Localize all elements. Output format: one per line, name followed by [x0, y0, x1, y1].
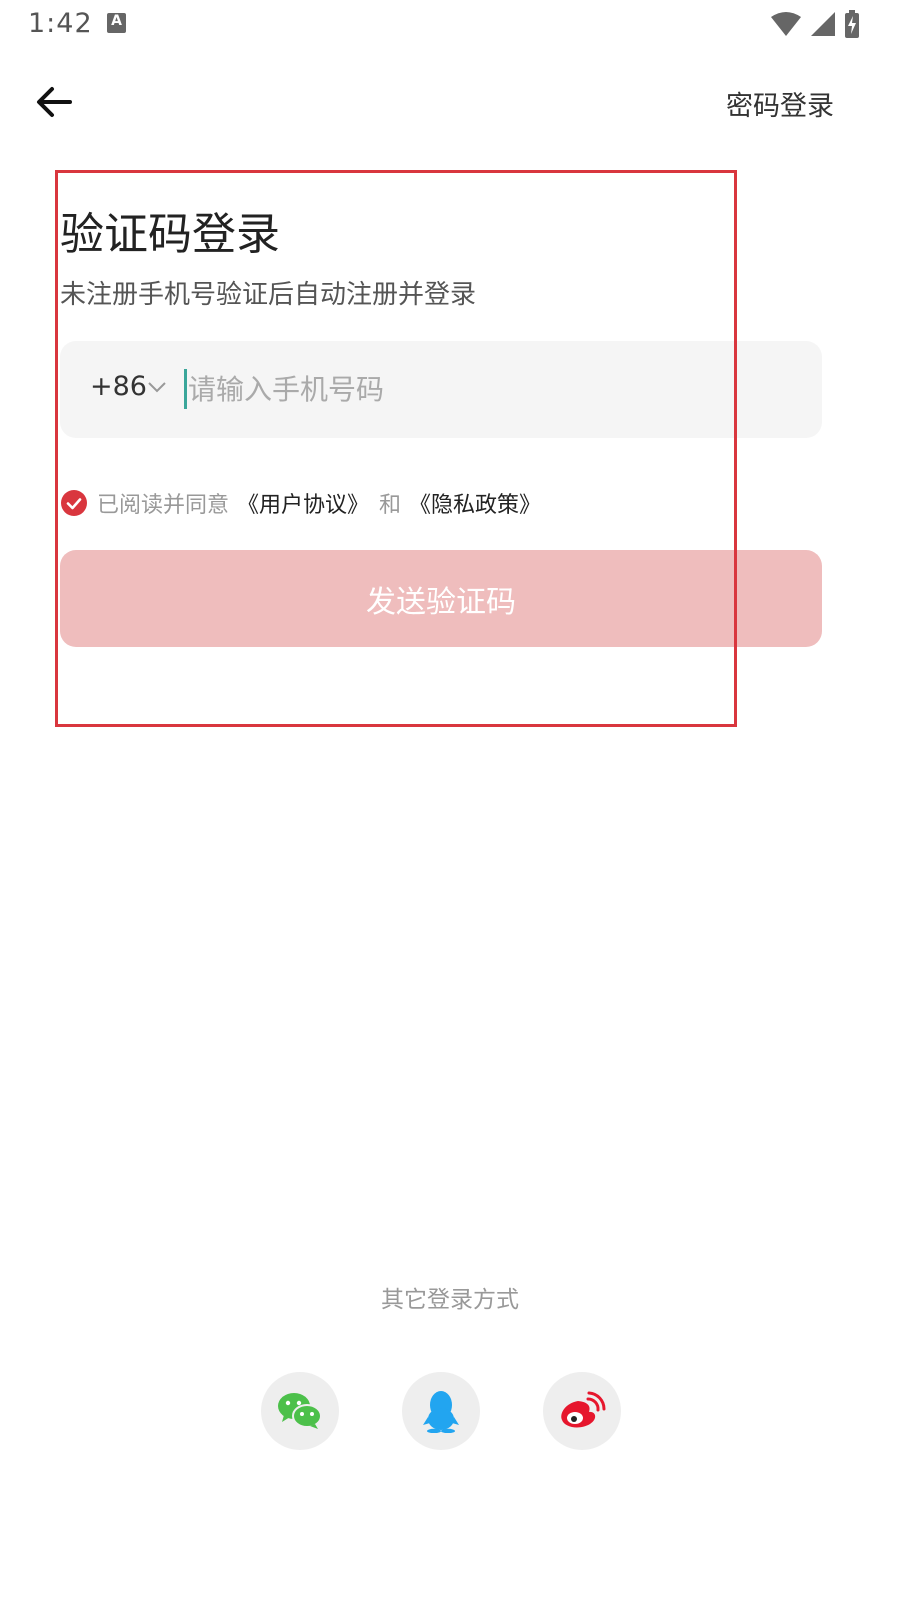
qq-icon: [423, 1391, 459, 1433]
user-agreement-link[interactable]: 《用户协议》: [237, 487, 369, 519]
signal-icon: [811, 12, 835, 36]
a-icon: A: [107, 13, 126, 33]
wechat-login-button[interactable]: [261, 1372, 339, 1450]
battery-charging-icon: [845, 10, 859, 38]
weibo-login-button[interactable]: [543, 1372, 621, 1450]
phone-input[interactable]: [188, 363, 788, 415]
agreement-text: 已阅读并同意: [97, 493, 230, 518]
status-time: 1:42: [28, 8, 93, 39]
text-cursor: [184, 369, 187, 409]
wifi-icon: [771, 12, 801, 36]
password-login-link[interactable]: 密码登录: [726, 84, 834, 123]
page-subtitle: 未注册手机号验证后自动注册并登录: [60, 280, 477, 310]
status-icons: [770, 10, 860, 38]
qq-login-button[interactable]: [402, 1372, 480, 1450]
weibo-icon: [561, 1391, 606, 1428]
wechat-icon: [278, 1393, 322, 1429]
status-bar: 1:42 A: [0, 0, 900, 50]
country-code-selector[interactable]: +86: [90, 371, 147, 402]
agreement-row: 已阅读并同意 《用户协议》 和 《隐私政策》: [61, 488, 541, 518]
privacy-policy-link[interactable]: 《隐私政策》: [409, 487, 541, 519]
chevron-down-icon[interactable]: [147, 381, 167, 393]
send-code-button[interactable]: 发送验证码: [60, 550, 822, 647]
phone-field: +86: [60, 341, 822, 438]
page-title: 验证码登录: [60, 209, 280, 260]
and-text: 和: [379, 493, 402, 518]
checkbox-checked-icon[interactable]: [61, 490, 87, 516]
other-login-label: 其它登录方式: [381, 1287, 519, 1313]
arrow-left-icon[interactable]: [34, 82, 74, 122]
